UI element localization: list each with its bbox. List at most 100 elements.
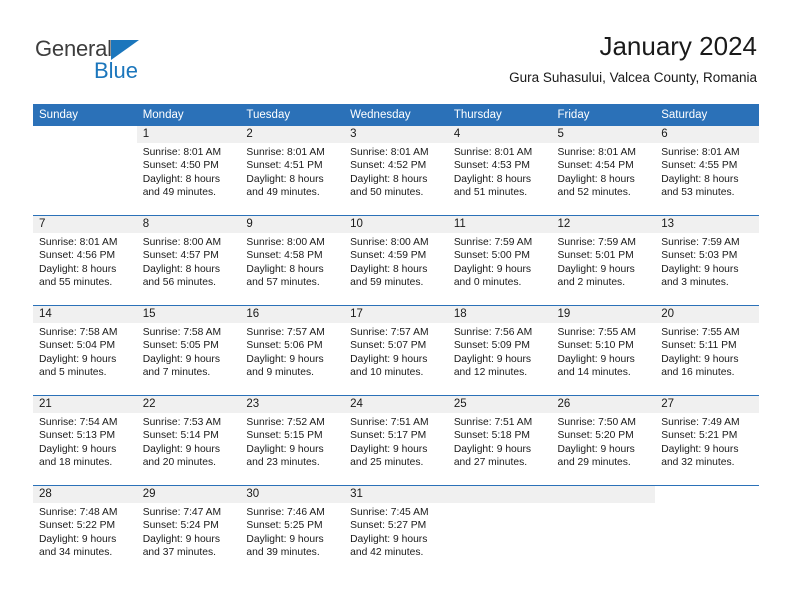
- sunset-text: Sunset: 5:17 PM: [350, 430, 427, 442]
- day-details: Sunrise: 7:49 AM Sunset: 5:21 PM Daylight:…: [655, 413, 759, 470]
- day-cell-inner[interactable]: 6 Sunrise: 8:01 AM Sunset: 4:55 PM Daylight…: [655, 126, 759, 215]
- sunrise-text: Sunrise: 7:55 AM: [557, 327, 636, 338]
- location-subtitle: Gura Suhasului, Valcea County, Romania: [509, 70, 757, 85]
- day-cell-inner[interactable]: 19 Sunrise: 7:55 AM Sunset: 5:10 PM Dayligh…: [551, 306, 656, 395]
- page-header: General Blue January 2024 Gura Suhasului…: [0, 0, 792, 104]
- day-cell-inner[interactable]: 23 Sunrise: 7:52 AM Sunset: 5:15 PM Dayligh…: [240, 396, 345, 485]
- daylight-text-line1: Daylight: 9 hours: [39, 353, 117, 365]
- day-cell-inner[interactable]: 7 Sunrise: 8:01 AM Sunset: 4:56 PM Daylight…: [33, 216, 137, 305]
- day-cell-inner[interactable]: 1 Sunrise: 8:01 AM Sunset: 4:50 PM Daylight…: [136, 126, 241, 215]
- day-cell-inner[interactable]: 18 Sunrise: 7:56 AM Sunset: 5:09 PM Dayligh…: [447, 306, 552, 395]
- day-cell-inner[interactable]: 28 Sunrise: 7:48 AM Sunset: 5:22 PM Dayligh…: [33, 486, 137, 575]
- daylight-text-line2: and 7 minutes.: [142, 367, 211, 379]
- sunrise-text: Sunrise: 7:59 AM: [557, 237, 636, 248]
- general-blue-logo: General Blue: [35, 36, 255, 88]
- day-cell-inner[interactable]: 16 Sunrise: 7:57 AM Sunset: 5:06 PM Dayligh…: [240, 306, 345, 395]
- daylight-text-line1: Daylight: 9 hours: [453, 263, 532, 275]
- day-number: [655, 486, 759, 503]
- day-cell: 28 Sunrise: 7:48 AM Sunset: 5:22 PM Dayligh…: [33, 485, 137, 575]
- daylight-text-line1: Daylight: 9 hours: [453, 353, 532, 365]
- day-cell-inner[interactable]: [551, 486, 656, 575]
- sunrise-text: Sunrise: 8:01 AM: [453, 147, 533, 158]
- day-cell: 29 Sunrise: 7:47 AM Sunset: 5:24 PM Dayligh…: [136, 485, 241, 575]
- calendar-grid: Sunday Monday Tuesday Wednesday Thursday…: [33, 104, 759, 575]
- day-cell-inner[interactable]: 4 Sunrise: 8:01 AM Sunset: 4:53 PM Daylight…: [447, 126, 552, 215]
- dow-header-tuesday: Tuesday: [240, 104, 345, 126]
- day-cell-inner[interactable]: 5 Sunrise: 8:01 AM Sunset: 4:54 PM Daylight…: [551, 126, 656, 215]
- daylight-text-line2: and 0 minutes.: [453, 277, 522, 289]
- day-cell-inner[interactable]: 17 Sunrise: 7:57 AM Sunset: 5:07 PM Dayligh…: [344, 306, 448, 395]
- sunrise-text: Sunrise: 7:56 AM: [453, 327, 533, 338]
- sunrise-text: Sunrise: 7:51 AM: [453, 417, 533, 428]
- day-cell: 1 Sunrise: 8:01 AM Sunset: 4:50 PM Daylight…: [136, 126, 241, 216]
- day-cell-inner[interactable]: 15 Sunrise: 7:58 AM Sunset: 5:05 PM Dayligh…: [136, 306, 241, 395]
- day-cell: 4 Sunrise: 8:01 AM Sunset: 4:53 PM Daylight…: [447, 126, 552, 216]
- sunrise-text: Sunrise: 8:01 AM: [557, 147, 636, 158]
- day-cell-inner[interactable]: [33, 126, 137, 215]
- day-cell: 10 Sunrise: 8:00 AM Sunset: 4:59 PM Dayligh…: [344, 215, 448, 306]
- day-number: 10: [344, 216, 448, 233]
- day-details: Sunrise: 8:01 AM Sunset: 4:53 PM Daylight:…: [448, 143, 552, 200]
- day-cell-inner[interactable]: 14 Sunrise: 7:58 AM Sunset: 5:04 PM Dayligh…: [33, 306, 137, 395]
- day-cell-inner[interactable]: 13 Sunrise: 7:59 AM Sunset: 5:03 PM Dayligh…: [655, 216, 759, 305]
- day-cell: 19 Sunrise: 7:55 AM Sunset: 5:10 PM Dayligh…: [551, 305, 656, 396]
- day-cell-inner[interactable]: 27 Sunrise: 7:49 AM Sunset: 5:21 PM Dayligh…: [655, 396, 759, 485]
- day-cell-inner[interactable]: 25 Sunrise: 7:51 AM Sunset: 5:18 PM Dayligh…: [447, 396, 552, 485]
- day-details: [655, 503, 759, 506]
- sunrise-text: Sunrise: 7:59 AM: [661, 237, 740, 248]
- day-cell-inner[interactable]: 26 Sunrise: 7:50 AM Sunset: 5:20 PM Dayligh…: [551, 396, 656, 485]
- day-cell-inner[interactable]: 12 Sunrise: 7:59 AM Sunset: 5:01 PM Dayligh…: [551, 216, 656, 305]
- day-cell-inner[interactable]: 31 Sunrise: 7:45 AM Sunset: 5:27 PM Dayligh…: [344, 486, 448, 575]
- day-cell-inner[interactable]: 3 Sunrise: 8:01 AM Sunset: 4:52 PM Daylight…: [344, 126, 448, 215]
- sunset-text: Sunset: 5:03 PM: [661, 250, 738, 262]
- day-cell: 11 Sunrise: 7:59 AM Sunset: 5:00 PM Dayligh…: [447, 215, 552, 306]
- daylight-text-line1: Daylight: 9 hours: [350, 533, 428, 545]
- day-number: 25: [447, 396, 552, 413]
- sunrise-text: Sunrise: 8:01 AM: [350, 147, 429, 158]
- day-number: 28: [33, 486, 137, 503]
- day-cell-inner[interactable]: 2 Sunrise: 8:01 AM Sunset: 4:51 PM Daylight…: [240, 126, 345, 215]
- day-number: 23: [240, 396, 345, 413]
- daylight-text-line2: and 50 minutes.: [350, 187, 424, 199]
- day-cell-inner[interactable]: 8 Sunrise: 8:00 AM Sunset: 4:57 PM Daylight…: [136, 216, 241, 305]
- dow-header-sunday: Sunday: [33, 104, 137, 126]
- day-cell-inner[interactable]: 21 Sunrise: 7:54 AM Sunset: 5:13 PM Dayligh…: [33, 396, 137, 485]
- day-cell: 26 Sunrise: 7:50 AM Sunset: 5:20 PM Dayligh…: [551, 395, 656, 486]
- daylight-text-line2: and 5 minutes.: [39, 367, 107, 379]
- day-cell-inner[interactable]: [447, 486, 552, 575]
- day-details: Sunrise: 7:55 AM Sunset: 5:10 PM Daylight:…: [552, 323, 656, 380]
- day-cell-inner[interactable]: 11 Sunrise: 7:59 AM Sunset: 5:00 PM Dayligh…: [447, 216, 552, 305]
- day-number: 14: [33, 306, 137, 323]
- day-cell-inner[interactable]: 29 Sunrise: 7:47 AM Sunset: 5:24 PM Dayligh…: [136, 486, 241, 575]
- day-cell-inner[interactable]: 22 Sunrise: 7:53 AM Sunset: 5:14 PM Dayligh…: [136, 396, 241, 485]
- sunrise-text: Sunrise: 8:01 AM: [39, 237, 118, 248]
- day-cell-inner[interactable]: 24 Sunrise: 7:51 AM Sunset: 5:17 PM Dayligh…: [344, 396, 448, 485]
- day-cell-inner[interactable]: 20 Sunrise: 7:55 AM Sunset: 5:11 PM Dayligh…: [655, 306, 759, 395]
- sunset-text: Sunset: 5:25 PM: [246, 520, 323, 532]
- sunrise-text: Sunrise: 7:54 AM: [39, 417, 118, 428]
- daylight-text-line2: and 57 minutes.: [246, 277, 320, 289]
- daylight-text-line2: and 29 minutes.: [557, 457, 631, 469]
- daylight-text-line1: Daylight: 9 hours: [661, 263, 739, 275]
- day-cell-inner[interactable]: 9 Sunrise: 8:00 AM Sunset: 4:58 PM Daylight…: [240, 216, 345, 305]
- sunset-text: Sunset: 4:55 PM: [661, 160, 738, 172]
- dow-header-wednesday: Wednesday: [344, 104, 448, 126]
- sunset-text: Sunset: 5:14 PM: [142, 430, 219, 442]
- calendar-page: General Blue January 2024 Gura Suhasului…: [0, 0, 792, 612]
- sunset-text: Sunset: 4:56 PM: [39, 250, 116, 262]
- day-number: 30: [240, 486, 345, 503]
- day-number: 2: [240, 126, 345, 143]
- day-cell-inner[interactable]: 10 Sunrise: 8:00 AM Sunset: 4:59 PM Dayligh…: [344, 216, 448, 305]
- title-block: January 2024 Gura Suhasului, Valcea Coun…: [509, 30, 757, 88]
- daylight-text-line1: Daylight: 9 hours: [246, 533, 324, 545]
- day-cell-inner[interactable]: 30 Sunrise: 7:46 AM Sunset: 5:25 PM Dayligh…: [240, 486, 345, 575]
- day-number: 24: [344, 396, 448, 413]
- dow-header-saturday: Saturday: [655, 104, 759, 126]
- sunset-text: Sunset: 5:24 PM: [142, 520, 219, 532]
- page-title: January 2024: [599, 31, 757, 61]
- day-details: [448, 503, 552, 506]
- day-details: Sunrise: 8:01 AM Sunset: 4:51 PM Daylight:…: [240, 143, 344, 200]
- day-details: [33, 143, 137, 146]
- day-cell-inner[interactable]: [655, 486, 759, 575]
- day-number: 19: [551, 306, 656, 323]
